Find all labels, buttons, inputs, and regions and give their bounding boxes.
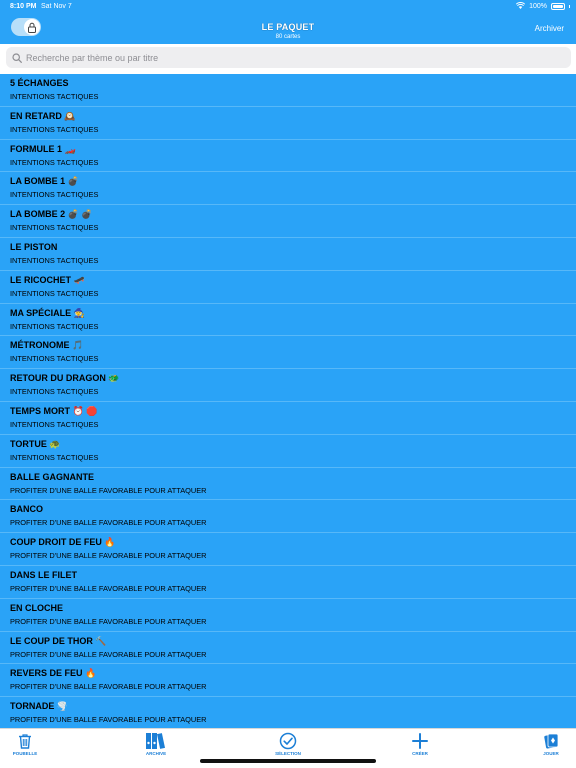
battery-tip xyxy=(569,5,570,8)
list-item[interactable]: MA SPÉCIALE 🧙 INTENTIONS TACTIQUES xyxy=(0,304,576,337)
checkmark-circle-icon xyxy=(263,732,313,750)
card-title: REVERS DE FEU 🔥 xyxy=(10,668,97,679)
card-title: DANS LE FILET xyxy=(10,569,77,580)
search-input[interactable] xyxy=(26,52,546,63)
card-title: RETOUR DU DRAGON 🐲 xyxy=(10,373,120,384)
card-category: INTENTIONS TACTIQUES xyxy=(10,223,99,233)
search-field[interactable] xyxy=(6,47,571,68)
trash-icon xyxy=(0,732,50,750)
card-title: MA SPÉCIALE 🧙 xyxy=(10,307,85,318)
tab-jouer[interactable]: JOUER xyxy=(526,732,576,756)
card-title: LE RICOCHET 🛹 xyxy=(10,274,85,285)
card-title: FORMULE 1 🏎️ xyxy=(10,143,76,154)
archive-button[interactable]: Archiver xyxy=(535,24,564,33)
list-item[interactable]: BALLE GAGNANTE PROFITER D'UNE BALLE FAVOR… xyxy=(0,468,576,501)
list-item[interactable]: MÉTRONOME 🎵 INTENTIONS TACTIQUES xyxy=(0,336,576,370)
list-item[interactable]: 5 ÉCHANGES INTENTIONS TACTIQUES xyxy=(0,74,576,107)
list-item[interactable]: LE RICOCHET 🛹 INTENTIONS TACTIQUES xyxy=(0,271,576,304)
list-item[interactable]: TORTUE 🐢 INTENTIONS TACTIQUES xyxy=(0,435,576,468)
tab-label: POUBELLE xyxy=(12,751,38,756)
card-category: INTENTIONS TACTIQUES xyxy=(10,321,99,331)
card-title: EN RETARD 🕰️ xyxy=(10,110,76,121)
tab-creer[interactable]: CRÉER xyxy=(395,732,445,756)
card-category: INTENTIONS TACTIQUES xyxy=(10,255,99,265)
card-category: INTENTIONS TACTIQUES xyxy=(10,387,99,397)
card-title: TORNADE 🌪️ xyxy=(10,701,69,712)
status-bar: 8:10 PM Sat Nov 7 100% xyxy=(0,0,576,14)
list-item[interactable]: TORNADE 🌪️ PROFITER D'UNE BALLE FAVORABLE… xyxy=(0,697,576,728)
card-list[interactable]: 5 ÉCHANGES INTENTIONS TACTIQUES EN RETARD … xyxy=(0,74,576,728)
list-item[interactable]: EN RETARD 🕰️ INTENTIONS TACTIQUES xyxy=(0,107,576,140)
card-title: LE PISTON xyxy=(10,241,58,252)
list-item[interactable]: RETOUR DU DRAGON 🐲 INTENTIONS TACTIQUES xyxy=(0,369,576,402)
list-item[interactable]: FORMULE 1 🏎️ INTENTIONS TACTIQUES xyxy=(0,140,576,173)
tab-archive[interactable]: ARCHIVE xyxy=(131,732,181,756)
list-item[interactable]: BANCO PROFITER D'UNE BALLE FAVORABLE POUR… xyxy=(0,500,576,534)
card-category: PROFITER D'UNE BALLE FAVORABLE POUR ATTA… xyxy=(10,715,207,725)
wifi-icon xyxy=(515,2,526,11)
card-title: BALLE GAGNANTE xyxy=(10,471,94,482)
card-category: INTENTIONS TACTIQUES xyxy=(10,288,99,298)
card-title: LA BOMBE 1 💣 xyxy=(10,176,79,187)
cards-icon xyxy=(526,732,576,750)
card-category: PROFITER D'UNE BALLE FAVORABLE POUR ATTA… xyxy=(10,485,207,495)
card-category: INTENTIONS TACTIQUES xyxy=(10,190,99,200)
card-title: BANCO xyxy=(10,504,43,515)
tab-label: ARCHIVE xyxy=(145,751,167,756)
card-category: PROFITER D'UNE BALLE FAVORABLE POUR ATTA… xyxy=(10,682,207,692)
card-category: PROFITER D'UNE BALLE FAVORABLE POUR ATTA… xyxy=(10,616,207,626)
plus-icon xyxy=(395,732,445,750)
card-count: 80 cartes xyxy=(275,34,301,40)
tab-label: JOUER xyxy=(543,751,559,756)
battery-percent: 100% xyxy=(529,3,547,10)
battery-icon xyxy=(551,3,565,10)
card-title: 5 ÉCHANGES xyxy=(10,78,69,88)
search-icon xyxy=(12,52,22,63)
list-item[interactable]: REVERS DE FEU 🔥 PROFITER D'UNE BALLE FAVO… xyxy=(0,664,576,698)
card-title: TORTUE 🐢 xyxy=(10,438,61,449)
status-date: Sat Nov 7 xyxy=(41,3,72,10)
card-title: EN CLOCHE xyxy=(10,602,64,613)
list-item[interactable]: COUP DROIT DE FEU 🔥 PROFITER D'UNE BALLE … xyxy=(0,533,576,566)
card-category: INTENTIONS TACTIQUES xyxy=(10,92,99,101)
card-category: PROFITER D'UNE BALLE FAVORABLE POUR ATTA… xyxy=(10,551,207,561)
card-category: PROFITER D'UNE BALLE FAVORABLE POUR ATTA… xyxy=(10,583,207,593)
list-item[interactable]: LE COUP DE THOR 🔨 PROFITER D'UNE BALLE FA… xyxy=(0,632,576,665)
card-category: PROFITER D'UNE BALLE FAVORABLE POUR ATTA… xyxy=(10,518,207,528)
list-item[interactable]: EN CLOCHE PROFITER D'UNE BALLE FAVORABLE … xyxy=(0,599,576,632)
home-indicator xyxy=(200,759,376,763)
card-title: COUP DROIT DE FEU 🔥 xyxy=(10,537,116,548)
list-item[interactable]: LA BOMBE 2 💣 💣 INTENTIONS TACTIQUES xyxy=(0,205,576,238)
status-time: 8:10 PM xyxy=(10,3,37,10)
page-title: LE PAQUET xyxy=(261,22,315,32)
card-category: INTENTIONS TACTIQUES xyxy=(10,419,99,429)
navigation-bar: LE PAQUET 80 cartes Archiver xyxy=(0,14,576,44)
tab-label: CRÉER xyxy=(412,751,428,756)
card-category: INTENTIONS TACTIQUES xyxy=(10,157,99,167)
list-item[interactable]: DANS LE FILET PROFITER D'UNE BALLE FAVORA… xyxy=(0,566,576,599)
tab-poubelle[interactable]: POUBELLE xyxy=(0,732,50,756)
list-item[interactable]: TEMPS MORT ⏰ 🛑 INTENTIONS TACTIQUES xyxy=(0,402,576,435)
search-bar xyxy=(0,44,576,72)
card-title: LA BOMBE 2 💣 💣 xyxy=(10,209,93,220)
card-title: TEMPS MORT ⏰ 🛑 xyxy=(10,405,98,416)
card-category: INTENTIONS TACTIQUES xyxy=(10,354,99,364)
binders-icon xyxy=(131,732,181,750)
status-right: 100% xyxy=(515,2,570,11)
tab-label: SÉLECTION xyxy=(275,751,301,756)
list-item[interactable]: LE PISTON INTENTIONS TACTIQUES xyxy=(0,238,576,271)
card-category: INTENTIONS TACTIQUES xyxy=(10,452,99,462)
list-item[interactable]: LA BOMBE 1 💣 INTENTIONS TACTIQUES xyxy=(0,172,576,206)
card-title: LE COUP DE THOR 🔨 xyxy=(10,635,107,646)
tab-selection[interactable]: SÉLECTION xyxy=(263,732,313,756)
card-category: PROFITER D'UNE BALLE FAVORABLE POUR ATTA… xyxy=(10,649,207,659)
card-title: MÉTRONOME 🎵 xyxy=(10,340,84,351)
card-category: INTENTIONS TACTIQUES xyxy=(10,124,99,134)
